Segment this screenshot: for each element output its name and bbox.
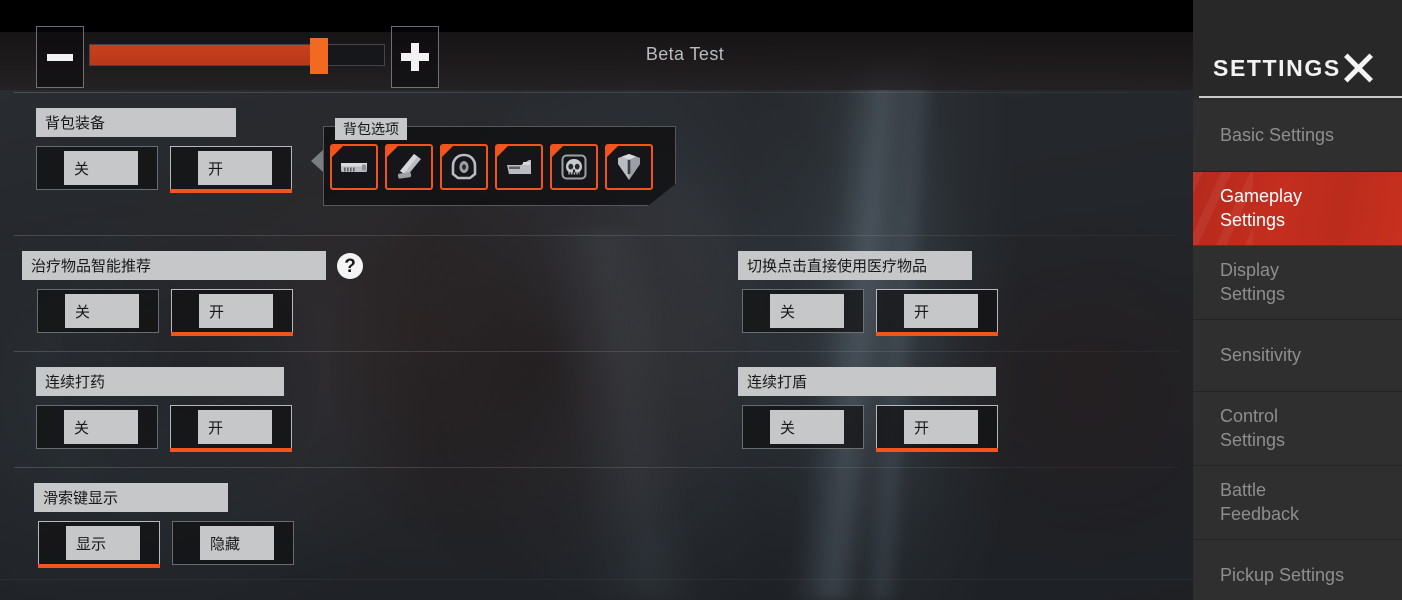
minus-icon [47,53,73,61]
setting-label: 连续打盾 [738,367,996,396]
section-divider [14,92,1179,93]
value-slider[interactable] [89,38,385,74]
help-icon[interactable]: ? [337,253,363,279]
toggle-option-label: 开 [198,410,272,444]
sidebar-item-label: Basic Settings [1220,124,1335,145]
setting-tap-to-use-medical: 切换点击直接使用医疗物品 关 开 [738,251,998,336]
sidebar-item-gameplay-settings[interactable]: Gameplay Settings [1193,172,1402,246]
toggle-option-on[interactable]: 开 [170,405,292,452]
section-divider [14,467,1179,468]
setting-continuous-heal: 连续打药 关 开 [36,367,292,452]
setting-label: 滑索键显示 [34,483,228,512]
setting-label: 切换点击直接使用医疗物品 [738,251,972,280]
toggle-option-label: 关 [64,410,138,444]
toggle-option-on[interactable]: 开 [876,289,998,336]
setting-backpack-equipment: 背包装备 关 开 [36,108,292,193]
setting-zipline-key-display: 滑索键显示 显示 隐藏 [34,483,294,568]
backpack-panel-caret [311,150,323,172]
settings-screen: Beta Test 背包装备 关 开 背包选项 治疗物品智能推荐 ? 关 开 切… [0,0,1402,600]
toggle-option-on[interactable]: 开 [171,289,293,336]
sidebar-item-label: Gameplay Settings [1220,185,1303,230]
toggle-option-label: 关 [64,151,138,185]
toggle-group: 关 开 [738,289,998,336]
sidebar-item-pickup-settings[interactable]: Pickup Settings [1193,540,1402,600]
body-shield-icon[interactable] [495,144,543,190]
shield-cell-icon[interactable] [605,144,653,190]
toggle-option-label: 隐藏 [200,526,274,560]
backpack-options-list [330,144,653,190]
toggle-option-label: 开 [199,294,273,328]
toggle-option-off[interactable]: 关 [742,405,864,449]
plus-icon [401,43,429,71]
toggle-option-off[interactable]: 关 [36,405,158,449]
toggle-option-off[interactable]: 关 [37,289,159,333]
sidebar-menu: Basic Settings Gameplay Settings Display… [1193,100,1402,600]
section-divider [14,351,1179,352]
toggle-option-label: 开 [904,294,978,328]
sidebar-header: SETTINGS [1193,0,1402,96]
toggle-option-hide[interactable]: 隐藏 [172,521,294,565]
helmet-icon[interactable] [440,144,488,190]
sidebar-item-control-settings[interactable]: Control Settings [1193,392,1402,466]
toggle-option-on[interactable]: 开 [876,405,998,452]
toggle-group: 显示 隐藏 [34,521,294,568]
slider-handle[interactable] [310,38,329,74]
ammo-box-icon[interactable] [330,144,378,190]
close-x-icon[interactable] [1340,50,1376,86]
sidebar-item-label: Pickup Settings [1220,564,1345,585]
toggle-option-label: 开 [198,151,272,185]
beta-test-label: Beta Test [645,44,725,64]
toggle-group: 关 开 [36,405,292,452]
section-divider [14,235,1179,236]
sidebar-item-battle-feedback[interactable]: Battle Feedback [1193,466,1402,540]
toggle-option-label: 显示 [66,526,140,560]
toggle-option-off[interactable]: 关 [742,289,864,333]
slider-increase-button[interactable] [391,26,439,88]
sidebar-title: SETTINGS [1213,55,1341,81]
sidebar-item-label: Sensitivity [1220,344,1302,365]
sidebar-item-sensitivity[interactable]: Sensitivity [1193,320,1402,392]
toggle-option-off[interactable]: 关 [36,146,158,190]
sidebar-item-basic-settings[interactable]: Basic Settings [1193,100,1402,172]
slider-fill [90,45,320,65]
toggle-group: 关 开 [738,405,998,452]
setting-label: 治疗物品智能推荐 [22,251,326,280]
setting-label: 背包装备 [36,108,236,137]
setting-label: 连续打药 [36,367,284,396]
slider-decrease-button[interactable] [36,26,84,88]
toggle-option-show[interactable]: 显示 [38,521,160,568]
sidebar-item-label: Battle Feedback [1220,479,1300,524]
toggle-option-label: 开 [904,410,978,444]
settings-content: 背包装备 关 开 背包选项 治疗物品智能推荐 ? 关 开 切换点击直接使用医疗物… [0,92,1193,580]
setting-smart-heal-recommend: 治疗物品智能推荐 ? 关 开 [22,251,363,336]
toggle-option-label: 关 [65,294,139,328]
toggle-group: 关 开 [36,146,292,193]
magazine-icon[interactable] [385,144,433,190]
backpack-options-title: 背包选项 [335,118,407,140]
setting-continuous-shield: 连续打盾 关 开 [738,367,998,452]
sidebar-item-label: Display Settings [1220,259,1286,304]
sidebar-item-display-settings[interactable]: Display Settings [1193,246,1402,320]
sidebar-item-label: Control Settings [1220,405,1286,450]
toggle-option-label: 关 [770,410,844,444]
toggle-group: 关 开 [22,289,326,336]
toggle-option-on[interactable]: 开 [170,146,292,193]
sidebar-rule [1199,96,1402,98]
settings-sidebar: SETTINGS Basic Settings Gameplay Setting… [1193,0,1402,600]
toggle-option-label: 关 [770,294,844,328]
knockdown-shield-skull-icon[interactable] [550,144,598,190]
